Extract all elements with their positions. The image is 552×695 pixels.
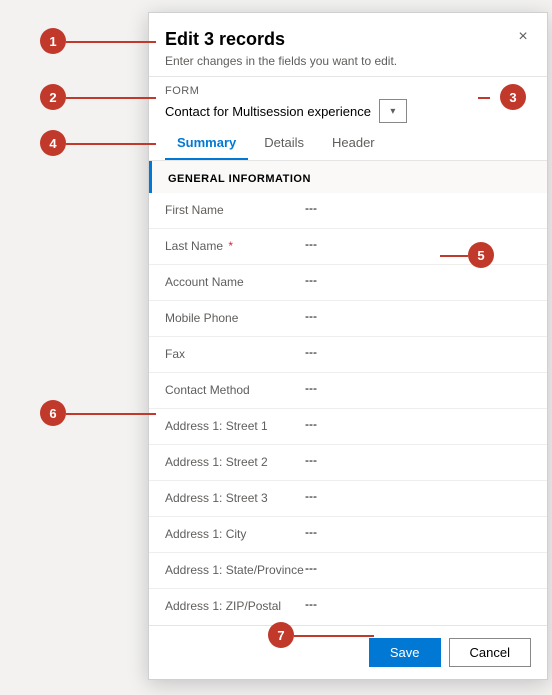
tab-summary[interactable]: Summary [165,127,248,160]
field-label-street2: Address 1: Street 2 [165,453,305,471]
dialog-header: Edit 3 records Enter changes in the fiel… [149,13,547,77]
field-value-contactmethod: --- [305,381,531,395]
field-value-accountname: --- [305,273,531,287]
field-label-firstname: First Name [165,201,305,219]
form-section: Form Contact for Multisession experience… [149,77,547,127]
annotation-6: 6 [40,400,66,426]
arrow-7 [294,635,374,637]
field-value-firstname: --- [305,201,531,215]
field-row-stateprovince: Address 1: State/Province --- [149,553,547,589]
arrow-3 [478,97,490,99]
dialog: Edit 3 records Enter changes in the fiel… [148,12,548,680]
field-row-zippostal: Address 1: ZIP/Postal --- [149,589,547,625]
arrow-6 [66,413,156,415]
content-area[interactable]: GENERAL INFORMATION First Name --- Last … [149,161,547,625]
annotation-1: 1 [40,28,66,54]
form-value-row: Contact for Multisession experience ▾ [165,99,531,123]
form-value: Contact for Multisession experience [165,104,371,119]
dialog-title: Edit 3 records [165,29,531,50]
field-label-contactmethod: Contact Method [165,381,305,399]
page-wrapper: 1 2 3 4 5 6 7 Edit 3 records Enter chang… [0,0,552,695]
field-row-street3: Address 1: Street 3 --- [149,481,547,517]
field-row-firstname: First Name --- [149,193,547,229]
field-label-stateprovince: Address 1: State/Province [165,561,305,579]
annotation-3: 3 [500,84,526,110]
field-row-contactmethod: Contact Method --- [149,373,547,409]
field-value-zippostal: --- [305,597,531,611]
field-row-fax: Fax --- [149,337,547,373]
arrow-5 [440,255,468,257]
field-value-street1: --- [305,417,531,431]
field-value-stateprovince: --- [305,561,531,575]
field-row-mobilephone: Mobile Phone --- [149,301,547,337]
save-button[interactable]: Save [369,638,441,667]
field-label-fax: Fax [165,345,305,363]
field-row-street2: Address 1: Street 2 --- [149,445,547,481]
field-value-street2: --- [305,453,531,467]
field-value-lastname: --- [305,237,531,251]
field-label-lastname: Last Name * [165,237,305,255]
field-value-city: --- [305,525,531,539]
field-row-accountname: Account Name --- [149,265,547,301]
annotation-2: 2 [40,84,66,110]
form-dropdown-button[interactable]: ▾ [379,99,407,123]
field-value-street3: --- [305,489,531,503]
field-label-mobilephone: Mobile Phone [165,309,305,327]
tabs-bar: Summary Details Header [149,127,547,161]
annotation-4: 4 [40,130,66,156]
annotation-5: 5 [468,242,494,268]
field-row-street1: Address 1: Street 1 --- [149,409,547,445]
section-header: GENERAL INFORMATION [149,161,547,193]
field-value-mobilephone: --- [305,309,531,323]
dialog-footer: Save Cancel [149,625,547,679]
dialog-subtitle: Enter changes in the fields you want to … [165,54,531,68]
annotation-7: 7 [268,622,294,648]
field-value-fax: --- [305,345,531,359]
arrow-2 [66,97,156,99]
tab-details[interactable]: Details [252,127,316,160]
arrow-4 [66,143,156,145]
form-label: Form [165,85,531,97]
field-label-city: Address 1: City [165,525,305,543]
field-label-street1: Address 1: Street 1 [165,417,305,435]
field-label-zippostal: Address 1: ZIP/Postal [165,597,305,615]
close-button[interactable]: × [511,25,535,49]
required-indicator: * [225,239,233,253]
arrow-1 [66,41,156,43]
field-label-accountname: Account Name [165,273,305,291]
tab-header[interactable]: Header [320,127,387,160]
cancel-button[interactable]: Cancel [449,638,531,667]
field-row-city: Address 1: City --- [149,517,547,553]
field-label-street3: Address 1: Street 3 [165,489,305,507]
